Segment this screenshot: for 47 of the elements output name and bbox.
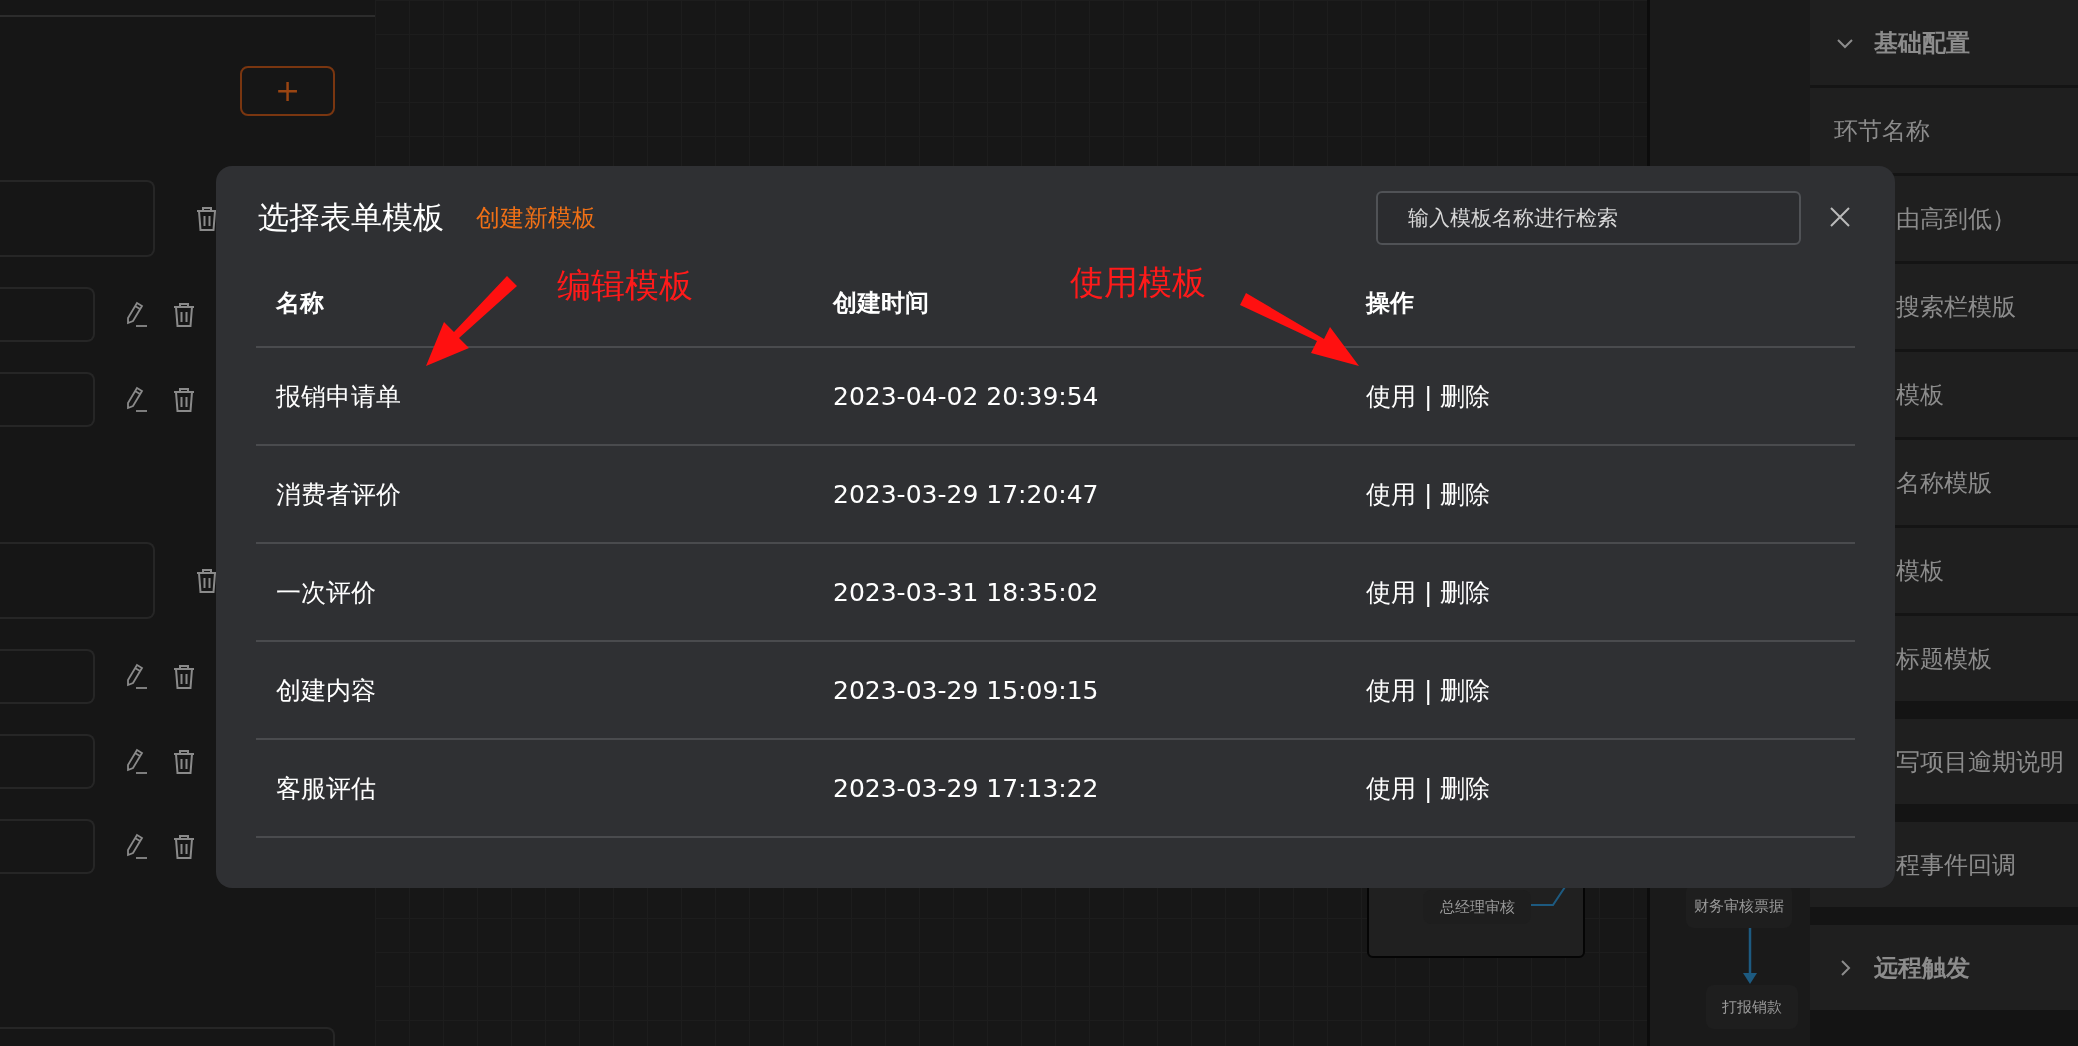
separator: | <box>1424 381 1433 411</box>
annotation-text: 编辑模板 <box>557 264 693 307</box>
trash-icon[interactable] <box>173 386 195 413</box>
action-link[interactable]: 删除 <box>1440 575 1491 609</box>
trash-icon[interactable] <box>173 663 195 690</box>
trash-icon[interactable] <box>173 833 195 860</box>
table-cell: 创建内容 <box>276 675 376 705</box>
column-header: 操作 <box>1366 289 1414 317</box>
table-cell: 2023-04-02 20:39:54 <box>833 381 1099 411</box>
section-header[interactable]: 基础配置 <box>1810 0 2078 85</box>
create-template-link[interactable]: 创建新模板 <box>476 202 596 234</box>
table-cell: 2023-03-29 15:09:15 <box>833 675 1099 705</box>
separator: | <box>1424 577 1433 607</box>
trash-icon[interactable] <box>196 567 218 594</box>
separator: | <box>1424 479 1433 509</box>
table-cell: 消费者评价 <box>276 479 401 509</box>
column-header: 创建时间 <box>833 289 929 317</box>
dialog-title: 选择表单模板 <box>258 198 444 237</box>
table-cell: 客服评估 <box>276 773 376 803</box>
search-field[interactable]: 输入模板名称进行检索 <box>1376 191 1801 245</box>
action-link[interactable]: 使用 <box>1366 673 1416 707</box>
table-cell: 2023-03-29 17:13:22 <box>833 773 1099 803</box>
section-title: 远程触发 <box>1874 952 1970 984</box>
section-header[interactable]: 远程触发 <box>1810 925 2078 1010</box>
annotation-text: 使用模板 <box>1070 261 1206 304</box>
action-link[interactable]: 使用 <box>1366 771 1416 805</box>
table-cell: 报销申请单 <box>276 381 401 411</box>
table-cell: 2023-03-29 17:20:47 <box>833 479 1099 509</box>
action-link[interactable]: 删除 <box>1440 477 1491 511</box>
table-cell: 一次评价 <box>276 577 376 607</box>
trash-icon[interactable] <box>196 205 218 232</box>
action-link[interactable]: 删除 <box>1440 771 1491 805</box>
table-cell: 2023-03-31 18:35:02 <box>833 577 1099 607</box>
column-header: 名称 <box>276 289 324 317</box>
flow-node[interactable]: 打报销款 <box>1706 985 1798 1029</box>
section-title: 基础配置 <box>1874 27 1970 59</box>
action-link[interactable]: 使用 <box>1366 575 1416 609</box>
config-item[interactable]: 环节名称 <box>1810 88 2078 173</box>
separator: | <box>1424 773 1433 803</box>
trash-icon[interactable] <box>173 301 195 328</box>
action-link[interactable]: 使用 <box>1366 379 1416 413</box>
action-link[interactable]: 使用 <box>1366 477 1416 511</box>
action-link[interactable]: 删除 <box>1440 673 1491 707</box>
flow-arrow <box>1743 928 1757 985</box>
separator: | <box>1424 675 1433 705</box>
action-link[interactable]: 删除 <box>1440 379 1491 413</box>
trash-icon[interactable] <box>173 748 195 775</box>
